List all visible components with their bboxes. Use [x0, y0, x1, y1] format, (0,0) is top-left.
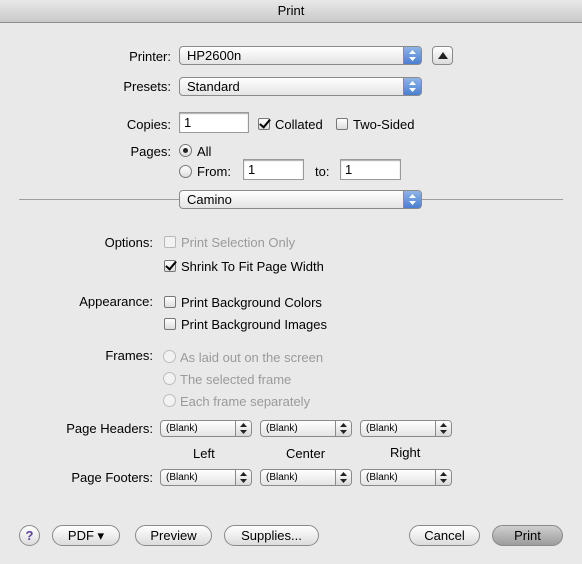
column-left-label: Left: [193, 446, 215, 461]
options-label: Options:: [104, 235, 153, 250]
footer-left-popup[interactable]: (Blank): [160, 469, 252, 486]
panel-value: Camino: [187, 192, 232, 207]
presets-label: Presets:: [123, 79, 171, 94]
two-sided-label: Two-Sided: [353, 117, 415, 132]
divider-left: [19, 199, 179, 200]
pages-from-field[interactable]: 1: [243, 159, 304, 180]
supplies-button[interactable]: Supplies...: [224, 525, 319, 546]
bg-images-label: Print Background Images: [181, 317, 327, 332]
popup-arrows-icon: [435, 470, 451, 485]
column-right-label: Right: [390, 445, 421, 460]
two-sided-checkbox[interactable]: [336, 118, 348, 130]
frames-laid-out-radio[interactable]: [163, 350, 176, 363]
popup-arrows-icon: [435, 421, 451, 436]
presets-value: Standard: [187, 79, 240, 94]
pages-from-radio[interactable]: [179, 165, 192, 178]
frames-laid-out-label: As laid out on the screen: [180, 350, 324, 365]
window-title: Print: [0, 0, 582, 23]
header-left-popup[interactable]: (Blank): [160, 420, 252, 437]
panel-popup[interactable]: Camino: [179, 190, 422, 209]
print-selection-checkbox[interactable]: [164, 236, 176, 248]
frames-label: Frames:: [105, 348, 153, 363]
footer-center-value: (Blank): [266, 472, 298, 483]
page-headers-label: Page Headers:: [66, 421, 153, 436]
pdf-button[interactable]: PDF ▾: [52, 525, 120, 546]
triangle-up-icon: [438, 52, 448, 59]
header-left-value: (Blank): [166, 423, 198, 434]
frames-selected-label: The selected frame: [180, 372, 292, 387]
pages-to-label: to:: [315, 164, 330, 179]
shrink-to-fit-checkbox[interactable]: [164, 260, 176, 272]
printer-label: Printer:: [129, 49, 171, 64]
presets-popup[interactable]: Standard: [179, 77, 422, 96]
printer-popup[interactable]: HP2600n: [179, 46, 422, 65]
print-button[interactable]: Print: [492, 525, 563, 546]
appearance-label: Appearance:: [79, 294, 153, 309]
footer-center-popup[interactable]: (Blank): [260, 469, 352, 486]
popup-arrows-icon: [403, 191, 421, 208]
popup-arrows-icon: [235, 421, 251, 436]
footer-right-value: (Blank): [366, 472, 398, 483]
pages-label: Pages:: [130, 144, 171, 159]
page-footers-label: Page Footers:: [71, 470, 153, 485]
copies-field[interactable]: 1: [179, 112, 249, 133]
disclosure-button[interactable]: [432, 46, 453, 65]
printer-value: HP2600n: [187, 48, 242, 63]
pages-to-field[interactable]: 1: [340, 159, 401, 180]
cancel-button[interactable]: Cancel: [409, 525, 480, 546]
frames-selected-radio[interactable]: [163, 372, 176, 385]
popup-arrows-icon: [403, 78, 421, 95]
popup-arrows-icon: [335, 470, 351, 485]
header-center-popup[interactable]: (Blank): [260, 420, 352, 437]
frames-each-label: Each frame separately: [180, 394, 311, 409]
pages-all-radio[interactable]: [179, 144, 192, 157]
footer-right-popup[interactable]: (Blank): [360, 469, 452, 486]
popup-arrows-icon: [403, 47, 421, 64]
popup-arrows-icon: [335, 421, 351, 436]
column-center-label: Center: [286, 446, 326, 461]
help-button[interactable]: ?: [19, 525, 40, 546]
frames-each-radio[interactable]: [163, 394, 176, 407]
print-selection-label: Print Selection Only: [181, 235, 296, 250]
copies-label: Copies:: [126, 117, 171, 132]
header-right-value: (Blank): [366, 423, 398, 434]
collated-label: Collated: [275, 117, 323, 132]
shrink-to-fit-label: Shrink To Fit Page Width: [181, 259, 324, 274]
bg-colors-label: Print Background Colors: [181, 295, 322, 310]
header-right-popup[interactable]: (Blank): [360, 420, 452, 437]
print-dialog: Print Printer: HP2600n Presets: Standard…: [0, 0, 582, 564]
header-center-value: (Blank): [266, 423, 298, 434]
preview-button[interactable]: Preview: [135, 525, 212, 546]
pages-from-label: From:: [197, 164, 231, 179]
popup-arrows-icon: [235, 470, 251, 485]
collated-checkbox[interactable]: [258, 118, 270, 130]
divider-right: [422, 199, 563, 200]
bg-colors-checkbox[interactable]: [164, 296, 176, 308]
bg-images-checkbox[interactable]: [164, 318, 176, 330]
footer-left-value: (Blank): [166, 472, 198, 483]
pages-all-label: All: [197, 144, 212, 159]
